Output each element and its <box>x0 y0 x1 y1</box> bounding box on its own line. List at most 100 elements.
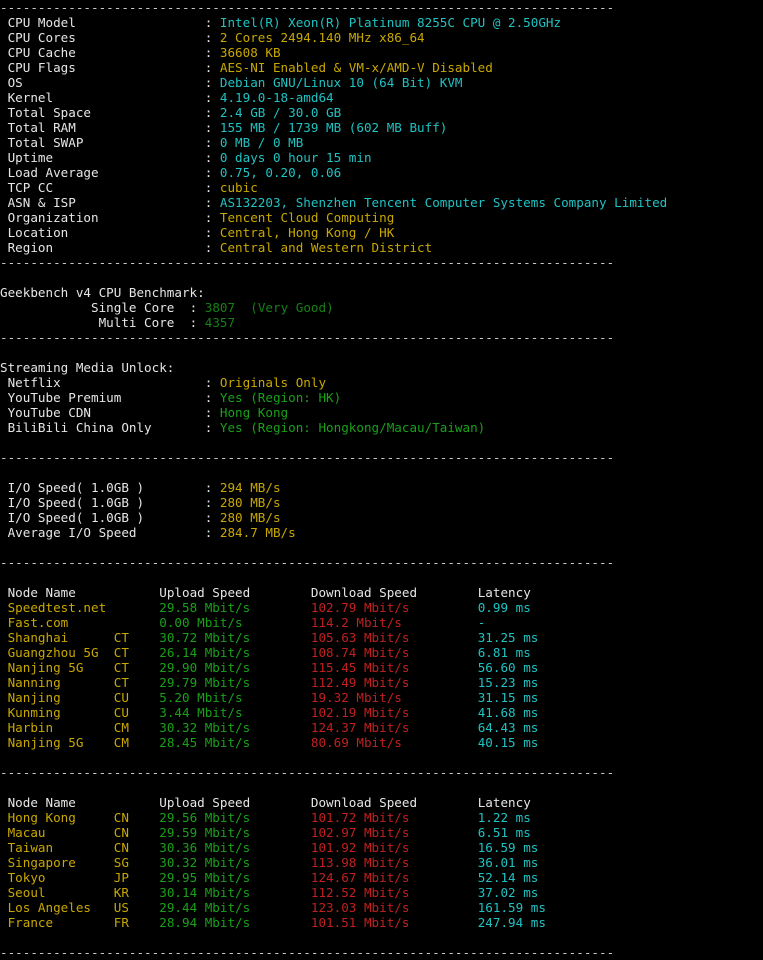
cell-download-speed: 112.52 Mbit/s <box>310 885 478 900</box>
sysinfo-value: 155 MB / 1739 MB (602 MB Buff) <box>219 120 448 135</box>
speedtest-international-row: Seoul KR 30.14 Mbit/s 112.52 Mbit/s 37.0… <box>0 885 763 900</box>
spacer-geekbench <box>0 270 763 285</box>
cell-upload-speed: 29.56 Mbit/s <box>159 810 311 825</box>
cell-carrier: CT <box>113 645 160 660</box>
cell-node-name: Nanjing 5G <box>0 660 114 675</box>
cell-carrier: CM <box>113 735 160 750</box>
streaming-row: Netflix : Originals Only <box>0 375 763 390</box>
io-colon: : <box>204 480 220 495</box>
streaming-row: YouTube CDN : Hong Kong <box>0 405 763 420</box>
sysinfo-colon: : <box>204 90 220 105</box>
io-label: I/O Speed( 1.0GB ) <box>0 495 205 510</box>
cell-latency: 64.43 ms <box>477 720 539 735</box>
sysinfo-label: Kernel <box>0 90 205 105</box>
sysinfo-label: CPU Cores <box>0 30 205 45</box>
spacer-after-io <box>0 540 763 555</box>
sysinfo-row: ASN & ISP : AS132203, Shenzhen Tencent C… <box>0 195 763 210</box>
sysinfo-row: Total Space : 2.4 GB / 30.0 GB <box>0 105 763 120</box>
cell-latency: 56.60 ms <box>477 660 539 675</box>
col-header-download: Download Speed <box>310 795 478 810</box>
terminal-output: ----------------------------------------… <box>0 0 763 960</box>
sysinfo-label: TCP CC <box>0 180 205 195</box>
cell-download-speed: 19.32 Mbit/s <box>310 690 478 705</box>
col-header-download: Download Speed <box>310 585 478 600</box>
geekbench-colon: : <box>189 300 205 315</box>
sysinfo-row: Load Average : 0.75, 0.20, 0.06 <box>0 165 763 180</box>
separator-bottom: ----------------------------------------… <box>0 945 615 960</box>
sysinfo-label: CPU Model <box>0 15 205 30</box>
cell-carrier: CU <box>113 705 160 720</box>
speedtest-domestic-row: Kunming CU 3.44 Mbit/s 102.19 Mbit/s 41.… <box>0 705 763 720</box>
cell-download-speed: 123.03 Mbit/s <box>310 900 478 915</box>
sysinfo-value: 36608 KB <box>219 45 281 60</box>
spacer-streaming <box>0 345 763 360</box>
cell-node-name: Guangzhou 5G <box>0 645 114 660</box>
sysinfo-value: 0 MB / 0 MB <box>219 135 304 150</box>
cell-node-name: Macau <box>0 825 114 840</box>
speedtest-domestic-row: Speedtest.net 29.58 Mbit/s 102.79 Mbit/s… <box>0 600 763 615</box>
streaming-value: Yes (Region: Hongkong/Macau/Taiwan) <box>219 420 486 435</box>
speedtest-domestic-row: Nanjing 5G CM 28.45 Mbit/s 80.69 Mbit/s … <box>0 735 763 750</box>
spacer-after-streaming <box>0 435 763 450</box>
cell-node-name: Nanning <box>0 675 114 690</box>
io-value: 280 MB/s <box>219 495 281 510</box>
sysinfo-row: Kernel : 4.19.0-18-amd64 <box>0 90 763 105</box>
speedtest-international-row: Taiwan CN 30.36 Mbit/s 101.92 Mbit/s 16.… <box>0 840 763 855</box>
cell-node-name: Fast.com <box>0 615 114 630</box>
speedtest-domestic-row: Guangzhou 5G CT 26.14 Mbit/s 108.74 Mbit… <box>0 645 763 660</box>
streaming-colon: : <box>204 390 220 405</box>
cell-carrier: CT <box>113 630 160 645</box>
separator-after-sysinfo: ----------------------------------------… <box>0 255 615 270</box>
cell-node-name: Kunming <box>0 705 114 720</box>
sysinfo-colon: : <box>204 30 220 45</box>
cell-upload-speed: 28.45 Mbit/s <box>159 735 311 750</box>
cell-latency: 31.15 ms <box>477 690 539 705</box>
cell-node-name: Seoul <box>0 885 114 900</box>
sysinfo-value: Central, Hong Kong / HK <box>219 225 395 240</box>
cell-carrier: CU <box>113 690 160 705</box>
cell-latency: 37.02 ms <box>477 885 539 900</box>
spacer-speedtest-international <box>0 780 763 795</box>
sysinfo-colon: : <box>204 195 220 210</box>
cell-carrier <box>114 600 160 615</box>
io-row: I/O Speed( 1.0GB ) : 280 MB/s <box>0 495 763 510</box>
cell-latency: 15.23 ms <box>477 675 539 690</box>
sysinfo-label: Total RAM <box>0 120 205 135</box>
cell-carrier: SG <box>113 855 160 870</box>
cell-upload-speed: 28.94 Mbit/s <box>159 915 311 930</box>
io-label: I/O Speed( 1.0GB ) <box>0 510 205 525</box>
cell-download-speed: 115.45 Mbit/s <box>310 660 478 675</box>
cell-upload-speed: 29.58 Mbit/s <box>159 600 311 615</box>
speedtest-domestic-row: Nanning CT 29.79 Mbit/s 112.49 Mbit/s 15… <box>0 675 763 690</box>
cell-node-name: Singapore <box>0 855 114 870</box>
sysinfo-label: CPU Flags <box>0 60 205 75</box>
cell-carrier: US <box>113 900 160 915</box>
sysinfo-colon: : <box>204 150 220 165</box>
streaming-title: Streaming Media Unlock: <box>0 360 175 375</box>
cell-download-speed: 114.2 Mbit/s <box>310 615 478 630</box>
sysinfo-value: Central and Western District <box>219 240 433 255</box>
sysinfo-value: 4.19.0-18-amd64 <box>219 90 334 105</box>
geekbench-colon: : <box>189 315 205 330</box>
cell-latency: 16.59 ms <box>477 840 539 855</box>
spacer-after-international <box>0 930 763 945</box>
cell-download-speed: 113.98 Mbit/s <box>310 855 478 870</box>
sysinfo-value: 2 Cores 2494.140 MHz x86_64 <box>219 30 425 45</box>
io-colon: : <box>204 510 220 525</box>
cell-upload-speed: 30.32 Mbit/s <box>159 855 311 870</box>
speedtest-international-header: Node Name Upload Speed Download Speed La… <box>0 795 763 810</box>
cell-download-speed: 124.67 Mbit/s <box>310 870 478 885</box>
streaming-colon: : <box>204 405 220 420</box>
io-value: 280 MB/s <box>219 510 281 525</box>
streaming-value: Originals Only <box>219 375 327 390</box>
cell-node-name: Harbin <box>0 720 114 735</box>
sysinfo-row: CPU Flags : AES-NI Enabled & VM-x/AMD-V … <box>0 60 763 75</box>
streaming-value: Yes (Region: HK) <box>219 390 342 405</box>
sysinfo-row: CPU Cores : 2 Cores 2494.140 MHz x86_64 <box>0 30 763 45</box>
geekbench-score: 3807 <box>204 300 236 315</box>
sysinfo-value: 2.4 GB / 30.0 GB <box>219 105 342 120</box>
cell-latency: 6.81 ms <box>477 645 531 660</box>
separator-after-domestic: ----------------------------------------… <box>0 765 615 780</box>
sysinfo-row: Total RAM : 155 MB / 1739 MB (602 MB Buf… <box>0 120 763 135</box>
cell-node-name: Los Angeles <box>0 900 114 915</box>
